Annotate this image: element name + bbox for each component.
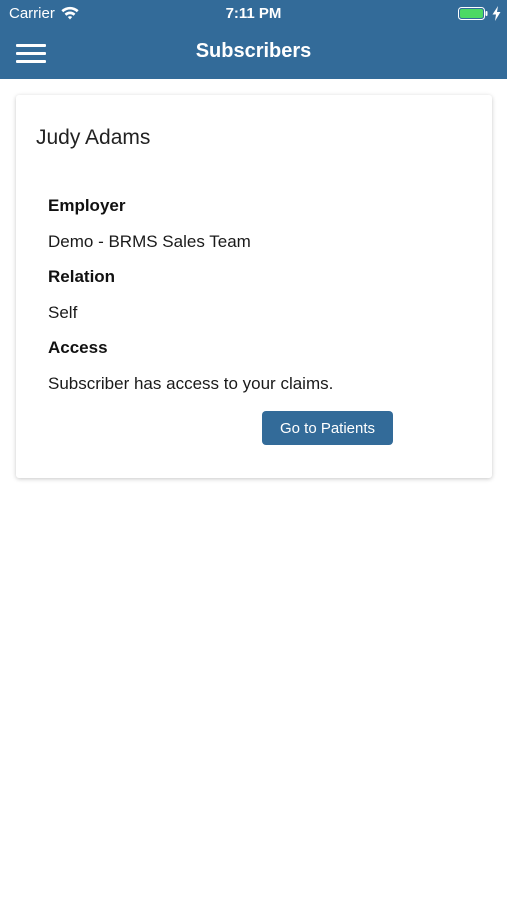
access-label: Access: [48, 338, 108, 357]
relation-value: Self: [48, 303, 78, 322]
subscriber-name: Judy Adams: [36, 126, 151, 149]
nav-bar: Subscribers: [0, 28, 507, 79]
access-value: Subscriber has access to your claims.: [48, 374, 334, 393]
app-header: Carrier 7:11 PM Subscribers: [0, 0, 507, 79]
employer-value: Demo - BRMS Sales Team: [48, 232, 251, 251]
subscriber-card: Judy Adams Employer Demo - BRMS Sales Te…: [16, 95, 492, 478]
charging-bolt-icon: [492, 6, 501, 21]
page-title: Subscribers: [195, 40, 312, 62]
battery-icon: [458, 7, 488, 20]
status-bar: Carrier 7:11 PM: [0, 0, 507, 28]
relation-label: Relation: [48, 267, 116, 286]
employer-label: Employer: [48, 196, 126, 215]
status-time: 7:11 PM: [225, 5, 282, 22]
go-to-patients-button[interactable]: Go to Patients: [262, 411, 393, 445]
